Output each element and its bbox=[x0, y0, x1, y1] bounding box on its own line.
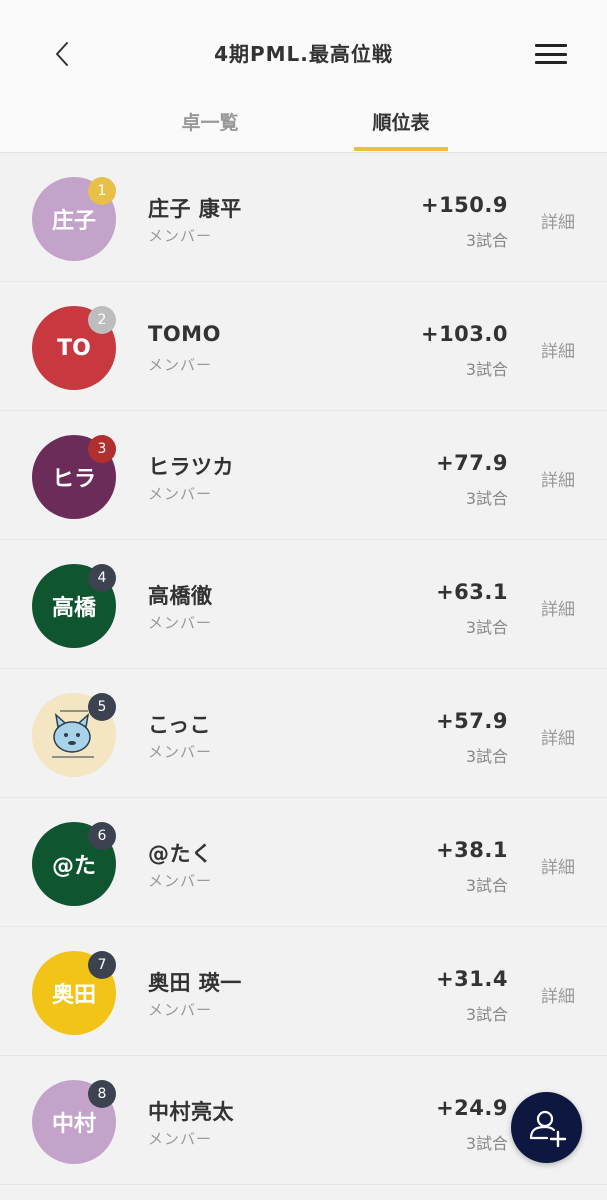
rank-badge: 8 bbox=[88, 1080, 116, 1108]
rank-badge: 6 bbox=[88, 822, 116, 850]
games-count: 3試合 bbox=[465, 489, 508, 508]
detail-link[interactable]: 詳細 bbox=[541, 466, 575, 491]
detail-link[interactable]: 詳細 bbox=[541, 337, 575, 362]
rank-badge: 1 bbox=[88, 177, 116, 205]
hamburger-menu-icon bbox=[535, 44, 567, 47]
player-score: +103.0 bbox=[420, 322, 508, 346]
menu-button[interactable] bbox=[535, 40, 567, 68]
detail-link[interactable]: 詳細 bbox=[541, 853, 575, 878]
player-role: メンバー bbox=[148, 356, 213, 374]
player-score: +57.9 bbox=[436, 709, 508, 733]
player-name: ヒラツカ bbox=[148, 455, 234, 479]
player-score: +24.9 bbox=[436, 1096, 508, 1120]
player-name: 中村亮太 bbox=[148, 1100, 234, 1124]
player-score: +31.4 bbox=[436, 967, 508, 991]
rank-badge: 3 bbox=[88, 435, 116, 463]
player-name: 高橋徹 bbox=[148, 584, 213, 608]
player-name: 庄子 康平 bbox=[148, 197, 242, 221]
detail-link[interactable]: 詳細 bbox=[541, 208, 575, 233]
standing-row-7[interactable]: 奥田 7 奥田 瑛一 メンバー +31.4 3試合 詳細 bbox=[0, 927, 607, 1056]
header: 4期PML.最高位戦 卓一覧 順位表 bbox=[0, 0, 607, 153]
games-count: 3試合 bbox=[465, 360, 508, 379]
player-role: メンバー bbox=[148, 1001, 213, 1019]
standing-row-4[interactable]: 高橋 4 高橋徹 メンバー +63.1 3試合 詳細 bbox=[0, 540, 607, 669]
standing-row-3[interactable]: ヒラ 3 ヒラツカ メンバー +77.9 3試合 詳細 bbox=[0, 411, 607, 540]
standing-row-5[interactable]: 5 こっこ メンバー +57.9 3試合 詳細 bbox=[0, 669, 607, 798]
rank-badge: 7 bbox=[88, 951, 116, 979]
standing-row-2[interactable]: TO 2 TOMO メンバー +103.0 3試合 詳細 bbox=[0, 282, 607, 411]
games-count: 3試合 bbox=[465, 876, 508, 895]
games-count: 3試合 bbox=[465, 1134, 508, 1153]
player-score: +77.9 bbox=[436, 451, 508, 475]
player-role: メンバー bbox=[148, 872, 213, 890]
player-name: @たく bbox=[148, 842, 213, 866]
standing-row-1[interactable]: 庄子 1 庄子 康平 メンバー +150.9 3試合 詳細 bbox=[0, 153, 607, 282]
detail-link[interactable]: 詳細 bbox=[541, 982, 575, 1007]
active-tab-indicator bbox=[354, 147, 448, 151]
player-role: メンバー bbox=[148, 743, 213, 761]
page-title: 4期PML.最高位戦 bbox=[214, 42, 393, 66]
rank-badge: 4 bbox=[88, 564, 116, 592]
player-role: メンバー bbox=[148, 227, 213, 245]
rank-badge: 2 bbox=[88, 306, 116, 334]
player-role: メンバー bbox=[148, 614, 213, 632]
standing-row-6[interactable]: @た 6 @たく メンバー +38.1 3試合 詳細 bbox=[0, 798, 607, 927]
player-score: +38.1 bbox=[436, 838, 508, 862]
player-name: こっこ bbox=[148, 713, 212, 737]
player-score: +150.9 bbox=[420, 193, 508, 217]
games-count: 3試合 bbox=[465, 618, 508, 637]
player-name: TOMO bbox=[148, 322, 221, 346]
games-count: 3試合 bbox=[465, 231, 508, 250]
player-name: 奥田 瑛一 bbox=[148, 971, 242, 995]
rank-badge: 5 bbox=[88, 693, 116, 721]
games-count: 3試合 bbox=[465, 1005, 508, 1024]
standings-list: 庄子 1 庄子 康平 メンバー +150.9 3試合 詳細 TO 2 TOMO … bbox=[0, 153, 607, 1185]
tab-standings[interactable]: 順位表 bbox=[354, 108, 448, 135]
tab-table-list[interactable]: 卓一覧 bbox=[160, 108, 260, 135]
player-role: メンバー bbox=[148, 485, 213, 503]
games-count: 3試合 bbox=[465, 747, 508, 766]
player-role: メンバー bbox=[148, 1130, 213, 1148]
add-member-button[interactable] bbox=[511, 1092, 582, 1163]
detail-link[interactable]: 詳細 bbox=[541, 724, 575, 749]
player-score: +63.1 bbox=[436, 580, 508, 604]
add-user-icon bbox=[529, 1110, 566, 1147]
detail-link[interactable]: 詳細 bbox=[541, 595, 575, 620]
